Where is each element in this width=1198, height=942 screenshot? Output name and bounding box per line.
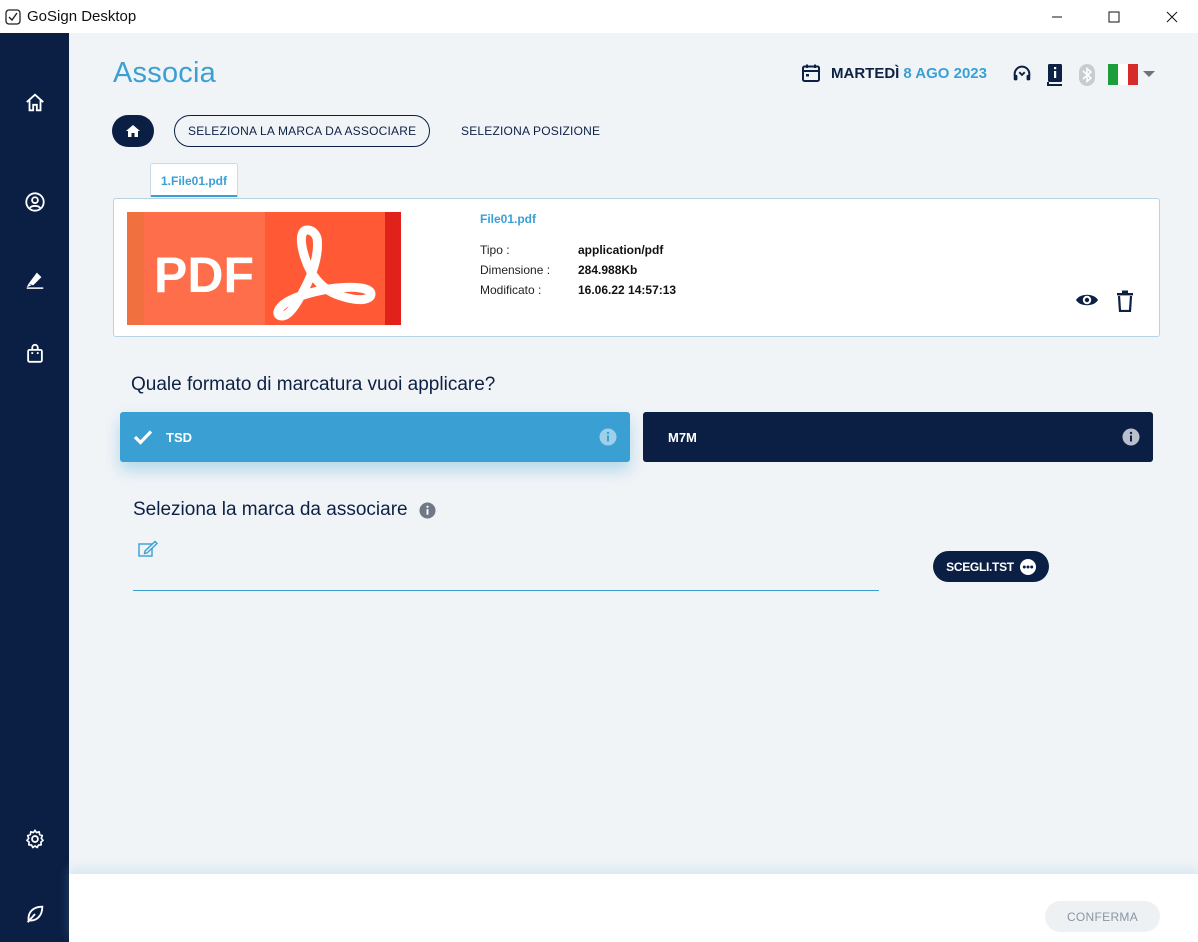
- user-circle-icon: [24, 192, 45, 212]
- meta-value: 16.06.22 14:57:13: [578, 283, 677, 297]
- page-title: Associa: [113, 57, 216, 89]
- close-button[interactable]: [1149, 0, 1195, 33]
- more-options-icon: [1019, 558, 1036, 575]
- pen-sign-icon: [26, 272, 43, 289]
- sidebar-item-account[interactable]: [0, 180, 69, 224]
- headset-icon: [1013, 65, 1031, 81]
- home-icon: [126, 125, 140, 137]
- window-title: GoSign Desktop: [27, 8, 137, 25]
- confirm-button[interactable]: CONFERMA: [1045, 901, 1160, 932]
- app-logo-icon: [5, 8, 21, 25]
- trash-icon: [1117, 290, 1133, 313]
- breadcrumb-step-select-mark[interactable]: SELEZIONA LA MARCA DA ASSOCIARE: [174, 115, 431, 147]
- select-mark-title: Seleziona la marca da associare: [133, 499, 436, 521]
- eye-icon: [1076, 294, 1098, 306]
- choose-tst-button[interactable]: SCEGLI.TST: [933, 551, 1049, 582]
- delete-button[interactable]: [1116, 290, 1134, 317]
- file-name: File01.pdf: [480, 212, 537, 226]
- bluetooth-icon: [1079, 64, 1095, 86]
- file-card: PDF File01.pdf Tipo : application/pdf Di…: [113, 198, 1160, 337]
- breadcrumb-home-button[interactable]: [112, 115, 154, 147]
- calendar-icon: [802, 64, 820, 82]
- gear-icon: [25, 829, 44, 849]
- edit-icon: [138, 540, 159, 557]
- format-option-tsd[interactable]: TSD: [120, 412, 630, 462]
- italy-flag-icon: [1108, 64, 1155, 85]
- support-button[interactable]: [1011, 63, 1033, 90]
- breadcrumb-step-select-position[interactable]: SELEZIONA POSIZIONE: [461, 124, 600, 138]
- bag-icon: [26, 343, 43, 363]
- file-tab[interactable]: 1.File01.pdf: [150, 163, 238, 197]
- format-option-label: TSD: [166, 429, 192, 445]
- manual-book-icon: [1047, 64, 1062, 86]
- pdf-thumb-label: PDF: [154, 247, 254, 303]
- format-question: Quale formato di marcatura vuoi applicar…: [131, 374, 496, 395]
- mark-input-edit[interactable]: [138, 540, 159, 563]
- leaf-icon: [26, 905, 43, 923]
- choose-tst-label: SCEGLI.TST: [946, 559, 1014, 574]
- select-mark-label: Seleziona la marca da associare: [133, 499, 408, 520]
- preview-button[interactable]: [1075, 292, 1099, 313]
- manual-button[interactable]: [1045, 63, 1065, 92]
- sidebar-item-eco[interactable]: [0, 892, 69, 936]
- sidebar-item-sign[interactable]: [0, 257, 69, 301]
- sidebar-item-home[interactable]: [0, 81, 69, 125]
- check-icon: [133, 430, 153, 445]
- minimize-icon: [1052, 16, 1062, 17]
- info-icon[interactable]: [599, 428, 617, 446]
- meta-value: 284.988Kb: [578, 263, 638, 277]
- meta-key: Tipo :: [480, 243, 510, 257]
- meta-key: Dimensione :: [480, 263, 551, 277]
- footer: CONFERMA: [69, 874, 1198, 942]
- date-display: MARTEDÌ 8 AGO 2023: [801, 63, 987, 83]
- bluetooth-button[interactable]: [1078, 63, 1096, 92]
- language-selector[interactable]: [1108, 64, 1158, 91]
- sidebar-item-bag[interactable]: [0, 332, 69, 376]
- meta-key: Modificato :: [480, 283, 542, 297]
- format-option-label: M7M: [668, 429, 697, 445]
- home-icon: [25, 93, 44, 112]
- date-weekday: MARTEDÌ: [831, 64, 900, 82]
- pdf-file-icon: PDF: [127, 212, 401, 325]
- mark-input-underline: [133, 590, 879, 591]
- maximize-button[interactable]: [1091, 0, 1137, 33]
- sidebar: [0, 33, 69, 942]
- maximize-icon: [1108, 11, 1120, 22]
- close-icon: [1166, 11, 1178, 22]
- title-bar: GoSign Desktop: [0, 0, 1198, 33]
- info-icon[interactable]: [419, 501, 436, 519]
- date-value: 8 AGO 2023: [903, 64, 987, 82]
- info-icon[interactable]: [1122, 428, 1140, 446]
- format-option-m7m[interactable]: M7M: [643, 412, 1153, 462]
- minimize-button[interactable]: [1034, 0, 1080, 33]
- meta-value: application/pdf: [578, 243, 664, 257]
- main-content: Associa MARTEDÌ 8 AGO 2023 SELEZIONA LA …: [69, 33, 1198, 874]
- sidebar-item-settings[interactable]: [0, 817, 69, 861]
